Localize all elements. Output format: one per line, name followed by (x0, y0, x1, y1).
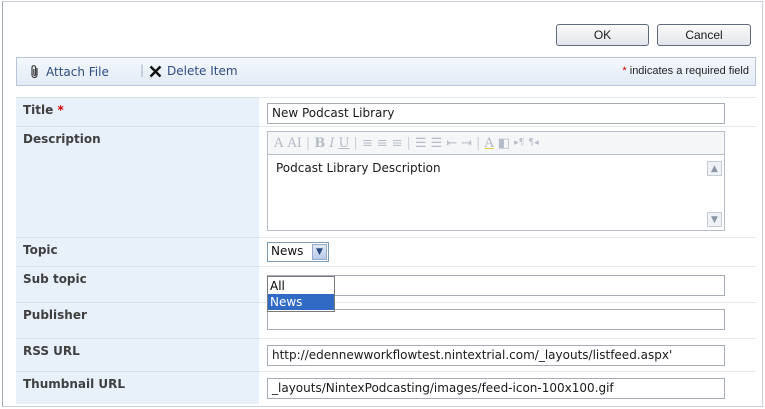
row-subtopic: Sub topic (16, 266, 756, 302)
row-topic: Topic News ▼ (16, 237, 756, 266)
title-input[interactable]: New Podcast Library (267, 103, 725, 124)
attach-file-link[interactable]: Attach File (29, 64, 109, 80)
text-color-icon[interactable]: A (484, 136, 493, 151)
rtl-direction-icon[interactable]: ¶◂ (528, 138, 538, 148)
required-star: * (622, 65, 627, 77)
description-editor[interactable]: Podcast Library Description ▲ ▼ (267, 155, 725, 231)
title-label-text: Title (23, 103, 54, 117)
required-note: * indicates a required field (622, 65, 749, 77)
thumbnail-url-value-cell: _layouts/NintexPodcasting/images/feed-ic… (259, 371, 756, 404)
bold-button[interactable]: B (314, 136, 325, 151)
description-text: Podcast Library Description (276, 161, 441, 175)
thumbnail-url-label: Thumbnail URL (16, 371, 259, 404)
delete-item-link[interactable]: Delete Item (149, 64, 238, 78)
increase-indent-icon[interactable]: ⇥ (461, 136, 472, 151)
scroll-down-icon[interactable]: ▼ (707, 212, 722, 227)
title-value-cell: New Podcast Library (259, 97, 756, 126)
required-star: * (57, 103, 64, 117)
description-label: Description (16, 126, 259, 237)
row-publisher: Publisher (16, 302, 756, 338)
align-center-icon[interactable]: ≡ (377, 136, 388, 151)
topic-selected-value: News (271, 244, 304, 258)
publisher-label: Publisher (16, 302, 259, 338)
topic-label: Topic (16, 237, 259, 266)
ltr-direction-icon[interactable]: ▸¶ (514, 138, 524, 148)
rss-url-value-cell: http://edennewworkflowtest.nintextrial.c… (259, 338, 756, 371)
cancel-button[interactable]: Cancel (657, 24, 751, 46)
decrease-indent-icon[interactable]: ⇤ (446, 136, 457, 151)
highlight-color-icon[interactable]: ◧ (498, 136, 510, 151)
toolbar-separator: | (305, 135, 311, 151)
paperclip-icon (31, 65, 38, 79)
toolbar-separator: | (140, 63, 145, 77)
required-note-text: indicates a required field (629, 65, 749, 77)
rich-text-toolbar: A AI | B I U | ≡ ≡ ≡ | ☰ ☰ ⇤ ⇥ | A ◧ ▸¶ … (267, 131, 725, 155)
font-size-increase-button[interactable]: A (274, 136, 283, 151)
topic-dropdown-list: All News (267, 276, 335, 312)
rss-url-input[interactable]: http://edennewworkflowtest.nintextrial.c… (267, 345, 725, 366)
scroll-up-icon[interactable]: ▲ (707, 161, 722, 176)
row-thumbnail-url: Thumbnail URL _layouts/NintexPodcasting/… (16, 371, 756, 404)
font-size-decrease-button[interactable]: AI (287, 136, 302, 151)
toolbar-separator: | (476, 135, 481, 151)
ok-button[interactable]: OK (556, 24, 649, 46)
dropdown-option-news[interactable]: News (268, 294, 334, 310)
bulleted-list-icon[interactable]: ☰ (431, 136, 443, 151)
align-left-icon[interactable]: ≡ (362, 136, 373, 151)
subtopic-input[interactable] (267, 275, 725, 296)
description-value-cell: A AI | B I U | ≡ ≡ ≡ | ☰ ☰ ⇤ ⇥ | A ◧ ▸¶ … (259, 126, 756, 237)
attach-file-label: Attach File (46, 65, 109, 79)
row-rss-url: RSS URL http://edennewworkflowtest.ninte… (16, 338, 756, 371)
underline-button[interactable]: U (338, 136, 349, 151)
thumbnail-url-input[interactable]: _layouts/NintexPodcasting/images/feed-ic… (267, 378, 725, 399)
toolbar-separator: | (353, 135, 358, 151)
item-toolbar: Attach File | Delete Item * indicates a … (16, 57, 756, 86)
title-label: Title * (16, 97, 259, 126)
rss-url-label: RSS URL (16, 338, 259, 371)
dropdown-option-all[interactable]: All (268, 278, 334, 294)
toolbar-separator: | (406, 135, 411, 151)
topic-value-cell: News ▼ (259, 237, 756, 266)
publisher-input[interactable] (267, 309, 725, 330)
align-right-icon[interactable]: ≡ (392, 136, 403, 151)
chevron-down-icon[interactable]: ▼ (312, 244, 327, 260)
row-title: Title * New Podcast Library (16, 97, 756, 126)
subtopic-label: Sub topic (16, 266, 259, 302)
x-delete-icon (149, 65, 162, 77)
row-description: Description A AI | B I U | ≡ ≡ ≡ | ☰ ☰ ⇤… (16, 126, 756, 237)
delete-item-label: Delete Item (167, 64, 238, 78)
italic-button[interactable]: I (329, 136, 334, 151)
numbered-list-icon[interactable]: ☰ (415, 136, 427, 151)
topic-select[interactable]: News ▼ (267, 242, 329, 262)
